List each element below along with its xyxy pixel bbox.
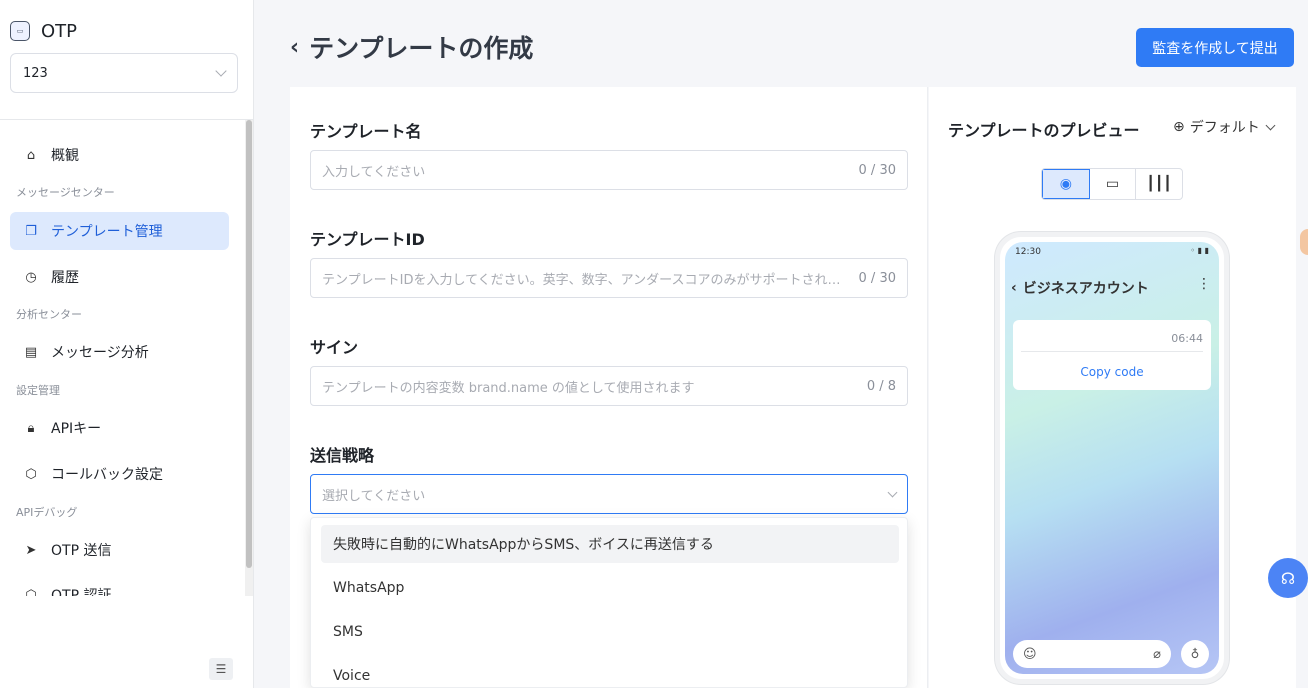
sidebar: ▭ OTP 123 ⌂ 概観 メッセージセンター ❐ テンプレート管理 ◷ 履歴… <box>0 0 254 688</box>
chevron-left-icon[interactable]: ‹ <box>290 35 299 60</box>
template-name-label: テンプレート名 <box>310 122 422 141</box>
sidebar-item-otp-verify[interactable]: ⬡ OTP 認証 <box>10 576 229 597</box>
phone-mockup: 12:30 ◦ ▮ ▮ ‹ ビジネスアカウント ⋮ 06:44 Copy cod… <box>995 232 1229 684</box>
nav-caption-message-center: メッセージセンター <box>16 186 115 199</box>
nav-caption-api-debug: APIデバッグ <box>16 506 78 519</box>
voice-wave-icon: ┃┃┃ <box>1146 176 1172 192</box>
sidebar-item-api-key[interactable]: 🔒︎ APIキー <box>10 409 229 447</box>
sidebar-nav: ⌂ 概観 メッセージセンター ❐ テンプレート管理 ◷ 履歴 分析センター ▤ … <box>0 120 253 596</box>
sidebar-item-overview[interactable]: ⌂ 概観 <box>10 136 229 174</box>
bubble-divider <box>1021 351 1203 352</box>
sidebar-item-label: OTP 送信 <box>51 543 112 559</box>
chevron-down-icon <box>887 487 898 497</box>
message-bubble: 06:44 Copy code <box>1013 320 1211 390</box>
phone-screen: 12:30 ◦ ▮ ▮ ‹ ビジネスアカウント ⋮ 06:44 Copy cod… <box>1005 242 1219 674</box>
chevron-left-icon: ‹ <box>1011 280 1017 296</box>
template-id-input[interactable]: テンプレートIDを入力してください。英字、数字、アンダースコアのみがサポートされ… <box>310 258 908 298</box>
send-icon: ➤ <box>25 542 37 558</box>
template-id-placeholder: テンプレートIDを入力してください。英字、数字、アンダースコアのみがサポートされ… <box>322 272 849 288</box>
strategy-option-voice[interactable]: Voice <box>321 657 899 688</box>
message-time: 06:44 <box>1171 332 1203 345</box>
sidebar-item-label: コールバック設定 <box>51 467 163 483</box>
sign-label: サイン <box>310 338 359 357</box>
sidebar-item-callback-settings[interactable]: ⬡ コールバック設定 <box>10 455 229 493</box>
nav-caption-settings: 設定管理 <box>16 384 60 397</box>
emoji-icon: ☺ <box>1023 646 1037 662</box>
nav-caption-analytics: 分析センター <box>16 308 82 321</box>
send-strategy-placeholder: 選択してください <box>322 488 426 504</box>
home-icon: ⌂ <box>26 147 36 163</box>
language-value: デフォルト <box>1189 120 1260 136</box>
chat-header: ‹ ビジネスアカウント <box>1011 278 1149 298</box>
app-name: OTP <box>41 20 78 42</box>
sidebar-item-label: APIキー <box>51 421 102 437</box>
channel-whatsapp-tab[interactable]: ◉ <box>1042 169 1090 199</box>
page-title-text: テンプレートの作成 <box>309 34 534 63</box>
sidebar-item-otp-send[interactable]: ➤ OTP 送信 <box>10 531 229 569</box>
headset-icon: ☊ <box>1280 568 1296 588</box>
template-id-label: テンプレートID <box>310 230 425 249</box>
microphone-icon: ♁ <box>1181 640 1209 668</box>
sidebar-scrollbar[interactable] <box>245 120 253 596</box>
template-name-placeholder: 入力してください <box>322 164 426 180</box>
status-time: 12:30 <box>1015 247 1041 257</box>
send-strategy-select[interactable]: 選択してください <box>310 474 908 514</box>
sidebar-item-template-management[interactable]: ❐ テンプレート管理 <box>10 212 229 250</box>
sign-counter: 0 / 8 <box>866 378 896 394</box>
callback-icon: ⬡ <box>25 466 37 482</box>
sidebar-item-message-analytics[interactable]: ▤ メッセージ分析 <box>10 333 229 371</box>
sign-placeholder: テンプレートの内容変数 brand.name の値として使用されます <box>322 380 695 396</box>
channel-sms-tab[interactable]: ▭ <box>1090 169 1137 199</box>
chevron-down-icon <box>215 65 227 77</box>
language-select[interactable]: ⊕ デフォルト <box>1173 117 1276 137</box>
chevron-down-icon <box>1265 120 1276 130</box>
strategy-option-whatsapp[interactable]: WhatsApp <box>321 569 899 607</box>
verify-icon: ⬡ <box>25 587 37 597</box>
submit-review-button[interactable]: 監査を作成して提出 <box>1136 28 1294 67</box>
floating-widget[interactable] <box>1300 229 1308 255</box>
copy-code-button: Copy code <box>1080 365 1144 379</box>
app-logo-icon: ▭ <box>10 21 30 41</box>
message-composer: ☺ ⌀ <box>1013 640 1171 668</box>
template-id-counter: 0 / 30 <box>858 270 896 286</box>
template-preview-panel: テンプレートのプレビュー ⊕ デフォルト ◉ ▭ ┃┃┃ 12:30 ◦ ▮ ▮… <box>929 87 1296 688</box>
paperclip-icon: ⌀ <box>1153 646 1161 662</box>
collapse-sidebar-button[interactable]: ☰ <box>209 658 233 680</box>
template-icon: ❐ <box>25 223 37 239</box>
sidebar-item-label: 履歴 <box>51 270 79 286</box>
more-vertical-icon: ⋮ <box>1197 276 1211 292</box>
strategy-option-sms[interactable]: SMS <box>321 613 899 651</box>
support-headset-button[interactable]: ☊ <box>1268 558 1308 598</box>
template-form: テンプレート名 入力してください 0 / 30 テンプレートID テンプレートI… <box>290 87 928 688</box>
project-select[interactable]: 123 <box>10 53 238 93</box>
template-name-input[interactable]: 入力してください 0 / 30 <box>310 150 908 190</box>
scrollbar-thumb[interactable] <box>246 120 252 568</box>
sign-input[interactable]: テンプレートの内容変数 brand.name の値として使用されます 0 / 8 <box>310 366 908 406</box>
send-strategy-label: 送信戦略 <box>310 446 375 465</box>
collapse-icon: ☰ <box>215 662 227 676</box>
sidebar-item-label: 概観 <box>51 148 79 164</box>
lock-icon: 🔒︎ <box>27 420 35 436</box>
project-select-value: 123 <box>23 65 48 81</box>
history-icon: ◷ <box>25 269 37 285</box>
sidebar-item-history[interactable]: ◷ 履歴 <box>10 258 229 296</box>
sidebar-item-label: OTP 認証 <box>51 588 112 596</box>
send-strategy-dropdown: 失敗時に自動的にWhatsAppからSMS、ボイスに再送信する WhatsApp… <box>310 517 908 688</box>
sms-icon: ▭ <box>1105 176 1120 192</box>
chart-icon: ▤ <box>24 344 38 360</box>
page-title: ‹ テンプレートの作成 <box>290 30 533 64</box>
channel-switch: ◉ ▭ ┃┃┃ <box>1041 168 1183 200</box>
globe-icon: ⊕ <box>1173 119 1185 135</box>
app-logo: ▭ OTP <box>10 20 77 42</box>
sidebar-item-label: メッセージ分析 <box>51 345 149 361</box>
channel-voice-tab[interactable]: ┃┃┃ <box>1136 169 1182 199</box>
sidebar-item-label: テンプレート管理 <box>51 224 163 240</box>
status-signal-icon: ◦ ▮ ▮ <box>1190 246 1209 255</box>
chat-title: ビジネスアカウント <box>1022 281 1149 297</box>
strategy-option-fallback[interactable]: 失敗時に自動的にWhatsAppからSMS、ボイスに再送信する <box>321 525 899 563</box>
template-name-counter: 0 / 30 <box>858 162 896 178</box>
whatsapp-icon: ◉ <box>1059 176 1072 192</box>
preview-title: テンプレートのプレビュー <box>948 121 1140 140</box>
